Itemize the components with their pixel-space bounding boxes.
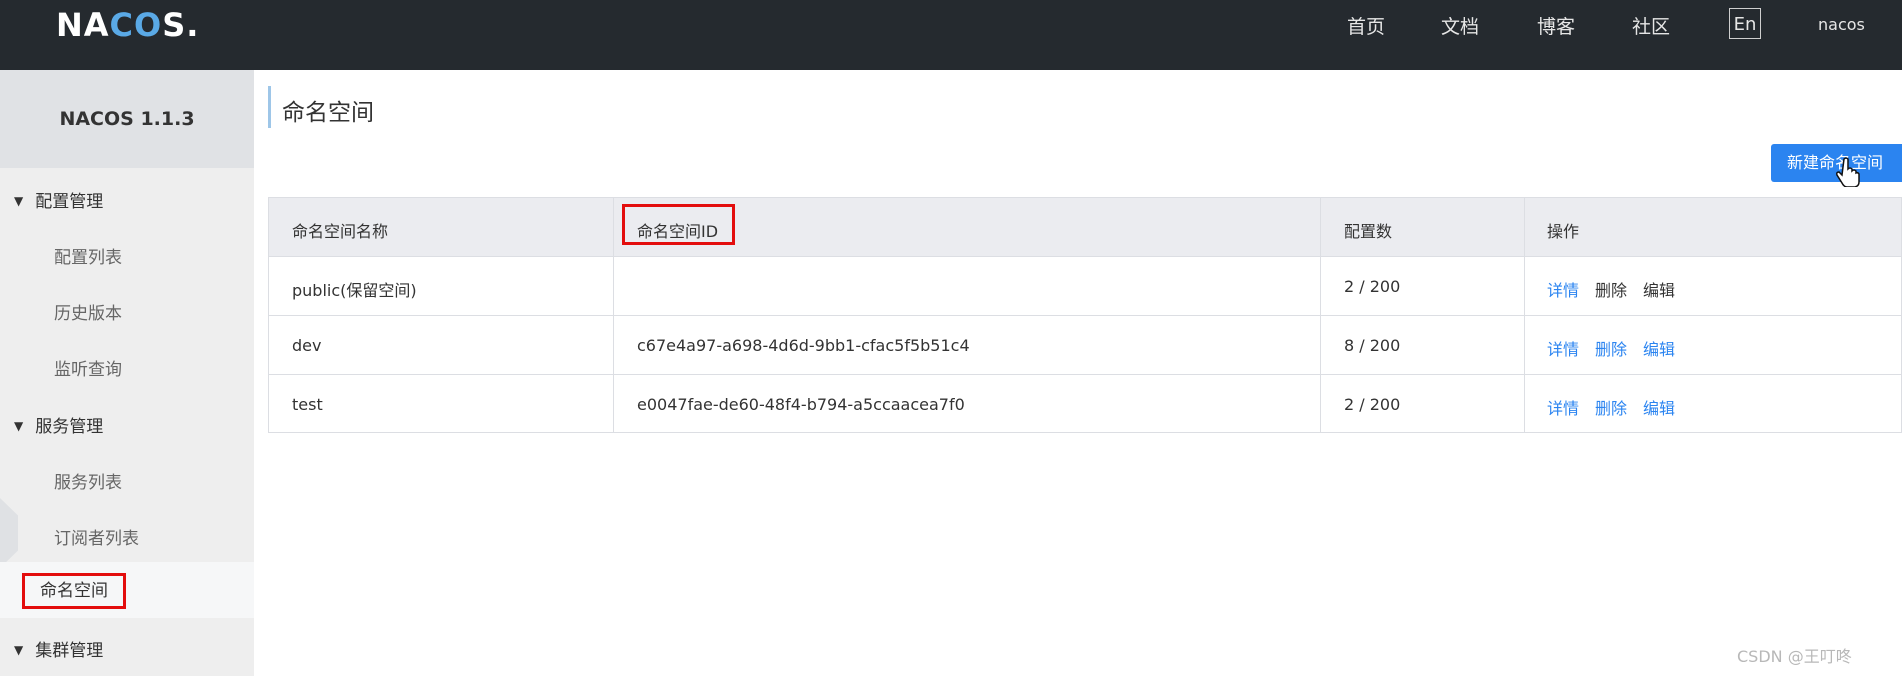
sidebar-item-namespace[interactable]: 命名空间 [22, 573, 126, 609]
row-divider [268, 315, 1902, 316]
table-cell-name: test [292, 395, 323, 414]
page-title: 命名空间 [282, 100, 374, 126]
table-cell-count: 2 / 200 [1344, 395, 1401, 414]
delete-link[interactable]: 删除 [1595, 336, 1627, 360]
detail-link[interactable]: 详情 [1547, 395, 1579, 419]
id-column-highlight [622, 204, 735, 245]
table-cell-name: public(保留空间) [292, 281, 417, 300]
sidebar-item-subscriber-list[interactable]: 订阅者列表 [54, 524, 139, 549]
caret-down-icon: ▼ [14, 419, 24, 433]
column-header-actions: 操作 [1547, 222, 1580, 241]
detail-link[interactable]: 详情 [1547, 277, 1579, 301]
sidebar-group-label: 配置管理 [35, 192, 104, 212]
watermark: CSDN @王叮咚 [1737, 647, 1852, 666]
sidebar-item-config-list[interactable]: 配置列表 [54, 243, 122, 268]
sidebar-group-label: 服务管理 [35, 417, 104, 437]
page-title-accent [268, 86, 271, 128]
caret-down-icon: ▼ [14, 643, 24, 657]
column-header-count: 配置数 [1344, 222, 1393, 241]
logo-text-pre: NA [56, 6, 110, 44]
sidebar-item-service-list[interactable]: 服务列表 [54, 468, 122, 493]
user-name[interactable]: nacos [1818, 15, 1865, 34]
nav-docs[interactable]: 文档 [1441, 12, 1479, 39]
table-cell-count: 2 / 200 [1344, 277, 1401, 296]
row-divider [268, 374, 1902, 375]
sidebar-collapse-handle[interactable] [0, 498, 18, 568]
detail-link[interactable]: 详情 [1547, 336, 1579, 360]
column-header-name: 命名空间名称 [292, 222, 389, 241]
caret-down-icon: ▼ [14, 194, 24, 208]
hand-cursor-icon [1836, 157, 1860, 187]
table-cell-id: e0047fae-de60-48f4-b794-a5ccaacea7f0 [637, 395, 965, 414]
logo-text-post: S. [162, 6, 200, 44]
edit-link[interactable]: 编辑 [1643, 395, 1675, 419]
delete-link[interactable]: 删除 [1595, 395, 1627, 419]
sidebar-group-config[interactable]: ▼ 配置管理 [14, 187, 103, 212]
sidebar-item-listener-query[interactable]: 监听查询 [54, 355, 122, 380]
delete-link[interactable]: 删除 [1595, 277, 1627, 301]
language-toggle-button[interactable]: En [1729, 8, 1761, 39]
edit-link[interactable]: 编辑 [1643, 336, 1675, 360]
sidebar-version: NACOS 1.1.3 [59, 108, 195, 130]
top-navbar: NACOS. 首页 文档 博客 社区 En nacos [0, 0, 1902, 70]
table-cell-id: c67e4a97-a698-4d6d-9bb1-cfac5f5b51c4 [637, 336, 970, 355]
nav-community[interactable]: 社区 [1632, 12, 1670, 39]
nav-blog[interactable]: 博客 [1537, 12, 1575, 39]
logo-text-mid: CO [109, 6, 163, 44]
edit-link[interactable]: 编辑 [1643, 277, 1675, 301]
sidebar-header: NACOS 1.1.3 [0, 70, 254, 168]
sidebar-group-service[interactable]: ▼ 服务管理 [14, 412, 103, 437]
table-cell-name: dev [292, 336, 322, 355]
nav-home[interactable]: 首页 [1347, 12, 1385, 39]
sidebar-group-cluster[interactable]: ▼ 集群管理 [14, 636, 103, 661]
table-cell-count: 8 / 200 [1344, 336, 1401, 355]
sidebar-group-label: 集群管理 [35, 641, 104, 661]
sidebar-item-history[interactable]: 历史版本 [54, 299, 122, 324]
nacos-logo[interactable]: NACOS. [56, 6, 199, 44]
